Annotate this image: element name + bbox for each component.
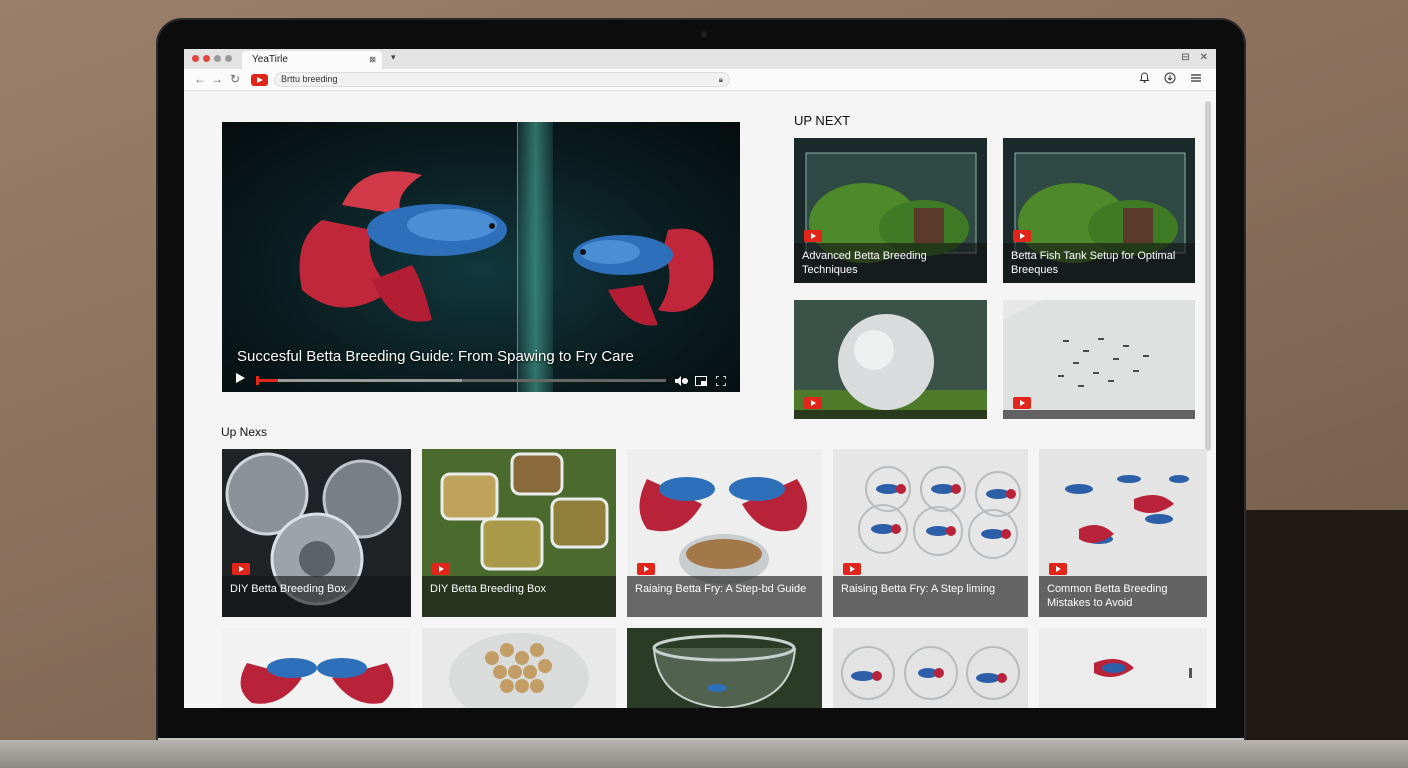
up-next-card[interactable]: Advanced Betta Breeding Techniques — [794, 138, 987, 283]
back-icon[interactable]: ← — [194, 72, 206, 86]
close-window-dot[interactable] — [192, 55, 199, 62]
youtube-icon — [232, 563, 250, 575]
youtube-icon — [637, 563, 655, 575]
browser-window: YeaTirle ⊠ ▾ ⊟ ✕ ← → ↻ Brttu breeding 🔒︎ — [184, 49, 1216, 708]
youtube-icon — [432, 563, 450, 575]
grid-heading: Up Nexs — [221, 425, 268, 439]
webcam — [701, 31, 707, 37]
card-title: DIY Betta Breeding Box — [422, 576, 616, 617]
video-card[interactable] — [422, 628, 616, 708]
play-icon[interactable] — [236, 373, 245, 383]
card-title-bar — [794, 410, 987, 419]
card-title: Betta Fish Tank Setup for Optimal Breequ… — [1003, 243, 1195, 283]
card-title: Common Betta Breeding Mistakes to Avoid — [1039, 576, 1207, 617]
extra-window-dot[interactable] — [225, 55, 232, 62]
betta-fish-image — [573, 228, 714, 326]
miniplayer-icon[interactable] — [695, 376, 707, 386]
forward-icon[interactable]: → — [211, 72, 223, 86]
video-player[interactable]: Succesful Betta Breeding Guide: From Spa… — [222, 122, 740, 392]
youtube-icon — [1013, 230, 1031, 242]
youtube-icon — [1013, 397, 1031, 409]
video-card[interactable] — [833, 628, 1028, 708]
buffered-bar — [258, 379, 462, 382]
video-card[interactable]: DIY Betta Breeding Box — [222, 449, 411, 617]
video-title: Succesful Betta Breeding Guide: From Spa… — [237, 348, 634, 365]
player-controls — [222, 370, 740, 392]
video-card[interactable] — [627, 628, 822, 708]
card-title: DIY Betta Breeding Box — [222, 576, 411, 617]
card-title-bar — [1003, 410, 1195, 419]
window-buttons — [192, 55, 232, 62]
fish-white-thumbnail — [1039, 628, 1207, 708]
minimize-window-dot[interactable] — [203, 55, 210, 62]
up-next-heading: UP NEXT — [794, 113, 851, 128]
betta-fish-image — [299, 171, 507, 322]
menu-icon[interactable] — [1190, 72, 1202, 84]
up-next-card[interactable] — [794, 300, 987, 419]
reload-icon[interactable]: ↻ — [230, 72, 240, 86]
youtube-icon — [804, 397, 822, 409]
progress-fill — [258, 379, 279, 382]
video-card[interactable] — [1039, 628, 1207, 708]
youtube-logo-icon[interactable] — [251, 74, 268, 86]
progress-handle[interactable] — [256, 376, 259, 385]
progress-bar[interactable] — [256, 376, 666, 385]
video-card[interactable]: Common Betta Breeding Mistakes to Avoid — [1039, 449, 1207, 617]
lock-icon: 🔒︎ — [718, 75, 723, 84]
tab-title: YeaTirle — [252, 54, 288, 65]
cups-thumbnail — [833, 628, 1028, 708]
card-title: Raiaing Betta Fry: A Step-bd Guide — [627, 576, 822, 617]
card-title: Raising Betta Fry: A Step liming — [833, 576, 1028, 617]
youtube-icon — [1049, 563, 1067, 575]
video-card[interactable]: Raising Betta Fry: A Step liming — [833, 449, 1028, 617]
download-icon[interactable] — [1164, 72, 1176, 84]
desk — [0, 740, 1408, 768]
up-next-card[interactable] — [1003, 300, 1195, 419]
youtube-icon — [843, 563, 861, 575]
address-bar: ← → ↻ Brttu breeding 🔒︎ — [184, 69, 1216, 91]
up-next-card[interactable]: Betta Fish Tank Setup for Optimal Breequ… — [1003, 138, 1195, 283]
bubble-nest-thumbnail — [794, 300, 987, 419]
tab-dropdown-icon[interactable]: ▾ — [391, 52, 396, 63]
url-input[interactable]: Brttu breeding 🔒︎ — [274, 72, 730, 87]
fry-tank-thumbnail — [1003, 300, 1195, 419]
background-shadow — [1230, 510, 1408, 768]
fullscreen-icon[interactable] — [716, 376, 726, 386]
bell-icon[interactable] — [1139, 72, 1150, 84]
bettas-white-thumbnail — [222, 628, 411, 708]
tab-bar: YeaTirle ⊠ ▾ ⊟ ✕ — [184, 49, 1216, 69]
browser-tab[interactable]: YeaTirle ⊠ — [242, 51, 382, 69]
glass-bowl-thumbnail — [627, 628, 822, 708]
restore-window-icon[interactable]: ⊟ — [1181, 52, 1189, 63]
food-bowl-thumbnail — [422, 628, 616, 708]
video-card[interactable]: DIY Betta Breeding Box — [422, 449, 616, 617]
youtube-icon — [804, 230, 822, 242]
maximize-window-dot[interactable] — [214, 55, 221, 62]
volume-icon[interactable] — [674, 376, 688, 386]
video-card[interactable]: Raiaing Betta Fry: A Step-bd Guide — [627, 449, 822, 617]
scrollbar[interactable] — [1205, 101, 1211, 451]
tab-close-icon[interactable]: ⊠ — [369, 51, 376, 69]
close-window-icon[interactable]: ✕ — [1200, 52, 1208, 63]
video-card[interactable] — [222, 628, 411, 708]
url-text: Brttu breeding — [281, 74, 338, 84]
card-title: Advanced Betta Breeding Techniques — [794, 243, 987, 283]
